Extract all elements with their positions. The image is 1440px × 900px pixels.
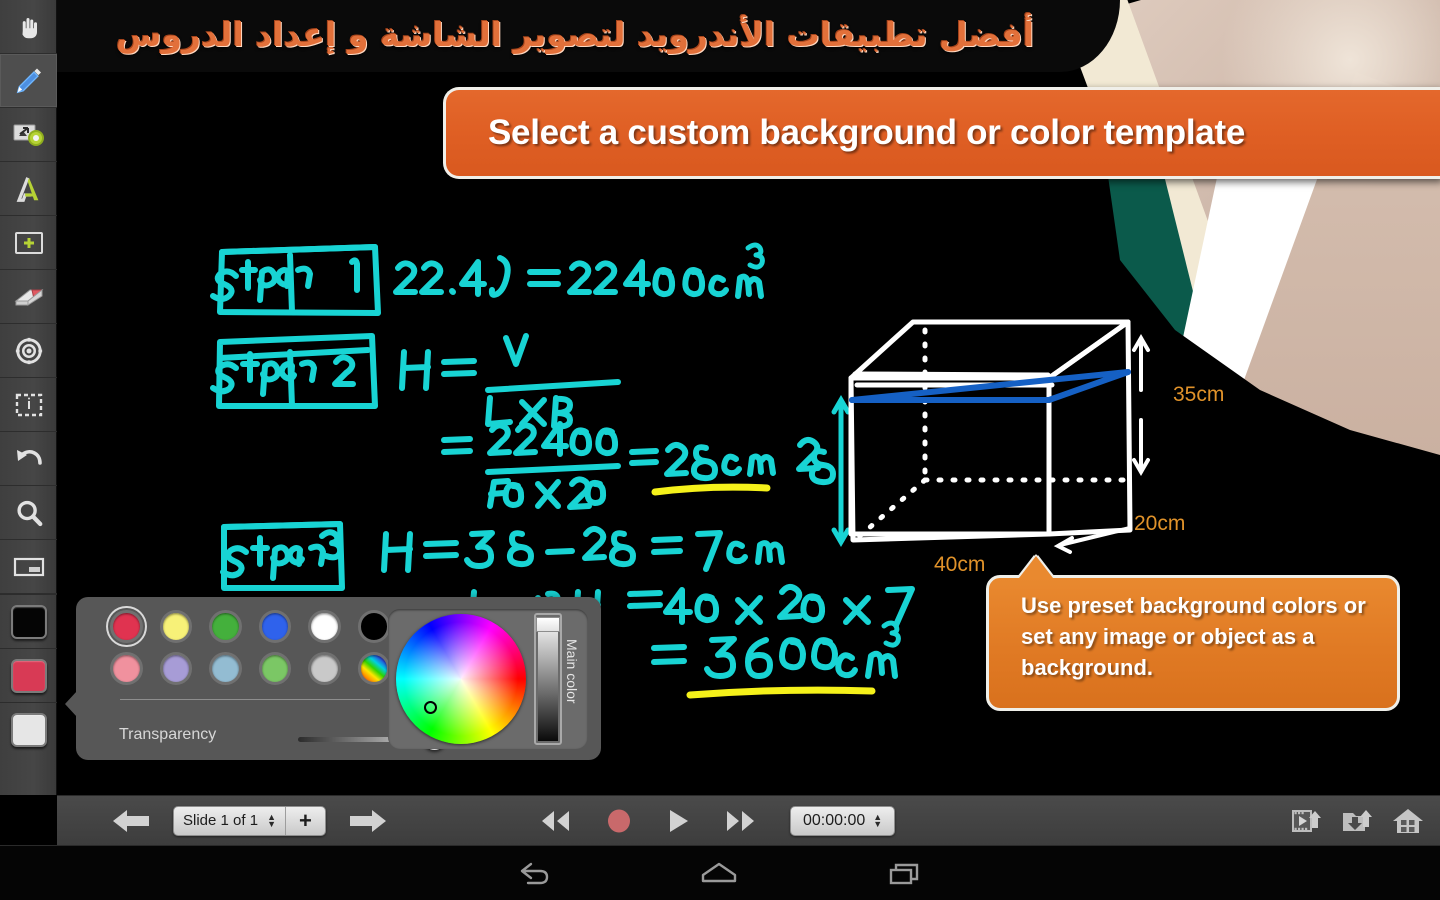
background-icon	[13, 557, 44, 576]
preset-color-grid	[106, 606, 390, 694]
transparency-label: Transparency	[119, 726, 217, 743]
preset-color-white[interactable]	[308, 610, 341, 643]
slide-counter-spinner[interactable]: Slide 1 of 1 ▲ ▼ +	[173, 805, 326, 836]
add-slide-button[interactable]: +	[284, 806, 325, 835]
value-slider-bar[interactable]	[538, 617, 558, 741]
sidebar-item-select[interactable]	[0, 378, 57, 432]
android-navbar	[0, 845, 1440, 900]
callout-tail	[1019, 556, 1053, 578]
prev-slide-icon[interactable]	[111, 807, 151, 835]
sidebar-item-image[interactable]	[0, 108, 57, 162]
nav-recents-icon[interactable]	[886, 858, 926, 888]
callout-bubble: Use preset background colors or set any …	[986, 556, 1400, 711]
file-actions	[1290, 806, 1440, 836]
nav-home-icon[interactable]	[697, 858, 741, 888]
dimension-label-width: 40cm	[934, 553, 986, 576]
sidebar-item-eraser[interactable]	[0, 270, 57, 324]
marquee-select-icon	[15, 393, 42, 416]
dimension-label-height: 35cm	[1173, 383, 1225, 406]
preset-color-sky[interactable]	[209, 652, 242, 685]
sidebar-swatch-black[interactable]	[0, 594, 57, 648]
save-project-icon[interactable]	[1341, 806, 1373, 836]
color-wheel[interactable]	[396, 614, 526, 744]
picker-divider	[120, 699, 370, 700]
color-wheel-panel: Main color	[388, 609, 588, 749]
next-slide-icon[interactable]	[348, 807, 388, 835]
preset-color-pale-yellow[interactable]	[159, 610, 192, 643]
headline-banner-text: Select a custom background or color temp…	[488, 113, 1245, 152]
export-video-icon[interactable]	[1290, 806, 1322, 836]
sidebar-item-undo[interactable]	[0, 432, 57, 486]
sidebar-item-pen[interactable]	[0, 54, 57, 108]
sidebar-swatch-white[interactable]	[0, 702, 57, 756]
magnifier-icon	[16, 500, 42, 526]
sidebar-item-text[interactable]	[0, 162, 57, 216]
arabic-title-text: أفضل تطبيقات الأندرويد لتصوير الشاشة و إ…	[116, 14, 1035, 54]
sidebar-item-background[interactable]	[0, 540, 57, 594]
arabic-title-bar: أفضل تطبيقات الأندرويد لتصوير الشاشة و إ…	[0, 0, 1120, 72]
nav-back-icon[interactable]	[514, 858, 552, 888]
color-wheel-cursor[interactable]	[424, 701, 437, 714]
slide-counter-value-wrap[interactable]: Slide 1 of 1 ▲ ▼	[174, 807, 285, 835]
swatch-red-box	[10, 658, 47, 693]
recording-timer[interactable]: 00:00:00 ▲ ▼	[789, 805, 896, 836]
callout-text: Use preset background colors or set any …	[1021, 593, 1366, 681]
headline-banner: Select a custom background or color temp…	[443, 87, 1440, 179]
sidebar-item-zoom[interactable]	[0, 486, 57, 540]
rewind-icon[interactable]	[538, 808, 572, 834]
preset-color-green[interactable]	[209, 610, 242, 643]
play-icon[interactable]	[666, 807, 692, 835]
slide-counter-text: Slide 1 of 1	[183, 812, 259, 829]
record-icon[interactable]	[604, 806, 634, 836]
preset-color-grey[interactable]	[308, 652, 341, 685]
pen-icon	[16, 67, 41, 93]
hand-icon	[22, 17, 37, 38]
image-shape-icon	[13, 124, 44, 146]
sidebar-swatch-red[interactable]	[0, 648, 57, 702]
preset-color-rainbow[interactable]	[357, 652, 390, 685]
value-slider-knob[interactable]	[536, 617, 560, 632]
sidebar-item-laser[interactable]	[0, 324, 57, 378]
swatch-white-box	[10, 712, 47, 747]
app-root: 35cm 20cm 40cm أفضل تطبيقات الأندرويد لت…	[0, 0, 1440, 900]
fast-forward-icon[interactable]	[724, 808, 758, 834]
slide-controls: Slide 1 of 1 ▲ ▼ +	[57, 805, 388, 836]
text-a-icon	[16, 176, 38, 202]
swatch-black-box	[10, 604, 47, 639]
timer-stepper[interactable]: ▲ ▼	[873, 812, 882, 828]
preset-color-crimson[interactable]	[106, 606, 147, 647]
sidebar-item-add-frame[interactable]	[0, 216, 57, 270]
playback-controls: 00:00:00 ▲ ▼	[538, 805, 896, 836]
preset-color-row-2	[110, 652, 390, 685]
add-frame-icon	[14, 231, 43, 254]
preset-color-lavender[interactable]	[159, 652, 192, 685]
preset-color-black[interactable]	[357, 610, 390, 643]
recording-timer-value: 00:00:00	[802, 811, 866, 829]
undo-arrow-icon	[16, 449, 42, 465]
main-color-label: Main color	[564, 639, 580, 704]
tool-sidebar	[0, 0, 57, 795]
laser-pointer-icon	[15, 337, 42, 364]
preset-color-light-green[interactable]	[258, 652, 291, 685]
home-icon[interactable]	[1392, 806, 1424, 836]
preset-color-blue[interactable]	[258, 610, 291, 643]
bottom-toolbar: Slide 1 of 1 ▲ ▼ + 00:00:00 ▲ ▼	[57, 795, 1440, 845]
preset-color-row-1	[106, 606, 390, 647]
color-picker-panel[interactable]: Transparency Main color	[65, 597, 601, 760]
sidebar-item-hand[interactable]	[0, 0, 57, 54]
dimension-label-depth: 20cm	[1134, 512, 1186, 535]
slide-counter-stepper[interactable]: ▲ ▼	[267, 812, 276, 828]
eraser-icon	[14, 288, 43, 306]
preset-color-pink[interactable]	[110, 652, 143, 685]
